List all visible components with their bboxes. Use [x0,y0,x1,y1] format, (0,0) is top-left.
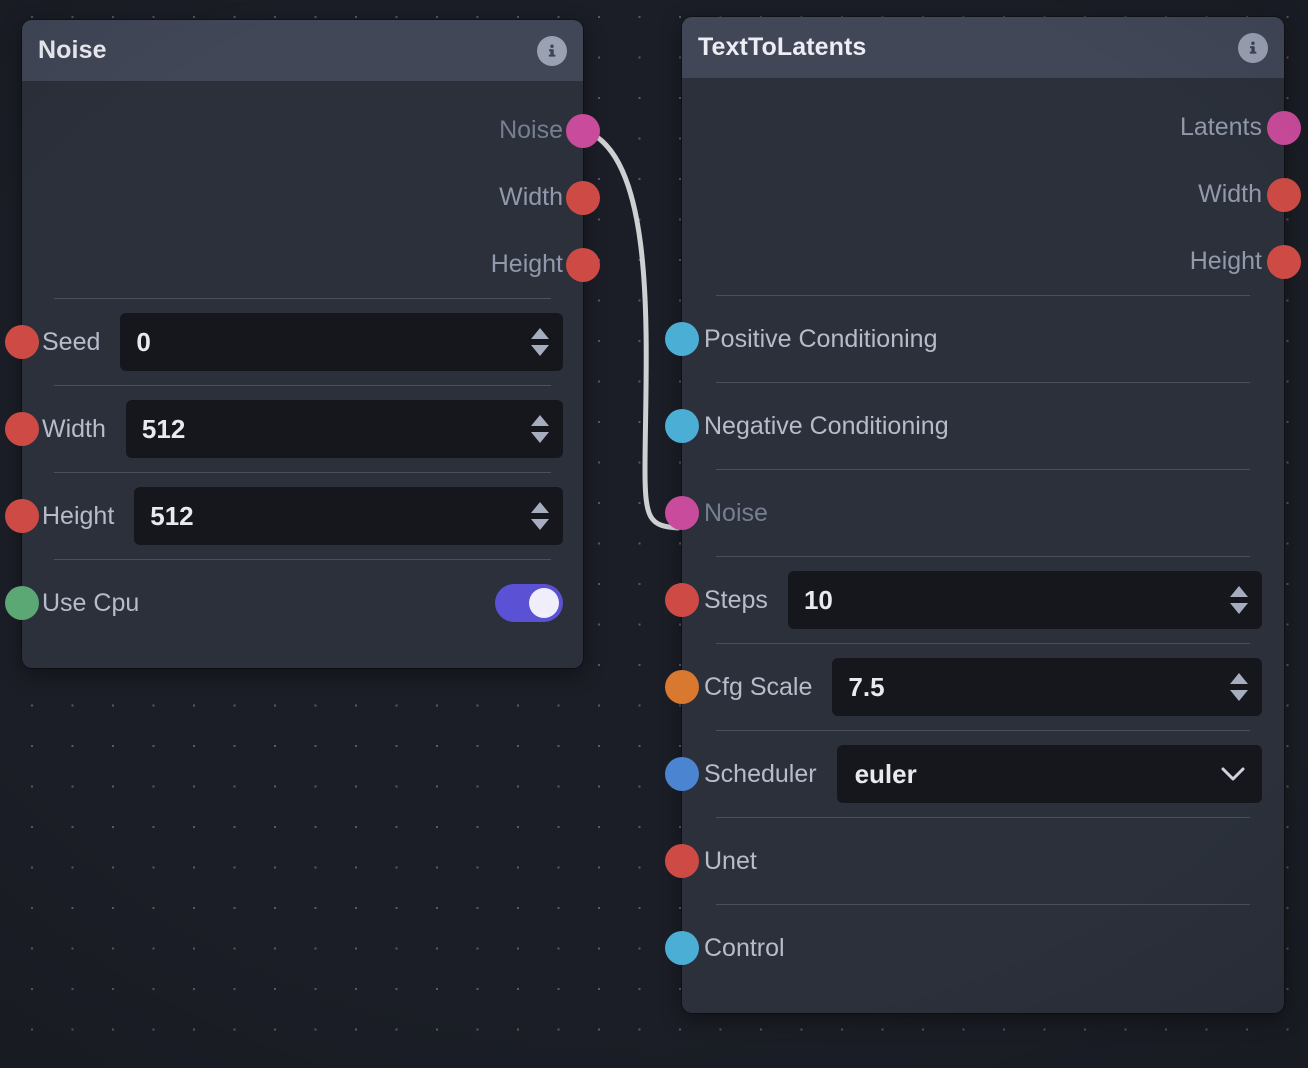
output-label-height: Height [1189,247,1262,275]
output-row-width[interactable]: Width [22,164,600,231]
input-row-steps[interactable]: Steps 10 [665,557,1284,643]
input-row-cfg-scale[interactable]: Cfg Scale 7.5 [665,644,1284,730]
input-handle-scheduler[interactable] [665,757,699,791]
output-label-noise: Noise [499,116,563,144]
input-handle-use-cpu[interactable] [5,586,39,620]
chevron-down-icon [1230,603,1248,614]
seed-value: 0 [136,326,151,357]
node-texttolatents[interactable]: TextToLatents Latents Width Height Posit… [665,17,1301,1013]
info-icon[interactable] [537,35,567,66]
node-noise-inputs: Seed 0 Width 512 Height 512 Use Cpu [5,299,583,646]
chevron-up-icon [531,415,549,426]
seed-number-input[interactable]: 0 [120,313,563,371]
cfg-scale-number-input[interactable]: 7.5 [832,658,1262,716]
output-row-height[interactable]: Height [682,228,1301,295]
input-row-height[interactable]: Height 512 [5,473,583,559]
output-handle-height[interactable] [566,247,600,282]
input-label-negative-conditioning: Negative Conditioning [704,411,949,440]
node-noise-title: Noise [38,36,107,64]
input-row-positive-conditioning[interactable]: Positive Conditioning [665,296,1284,382]
output-label-latents: Latents [1179,113,1262,141]
output-row-latents[interactable]: Latents [682,94,1301,161]
chevron-down-icon [1230,690,1248,701]
node-texttolatents-title: TextToLatents [698,33,867,61]
input-label-unet: Unet [704,846,757,875]
input-handle-steps[interactable] [665,583,699,617]
chevron-up-icon [531,328,549,339]
input-row-noise[interactable]: Noise [665,470,1284,556]
output-label-height: Height [490,250,563,278]
input-label-seed: Seed [42,327,101,356]
output-row-height[interactable]: Height [22,231,600,298]
output-handle-latents[interactable] [1267,110,1301,145]
input-label-scheduler: Scheduler [704,759,817,788]
input-handle-width[interactable] [5,412,39,446]
node-noise-header[interactable]: Noise [22,20,583,81]
input-row-control[interactable]: Control [665,905,1284,991]
input-label-width: Width [42,414,106,443]
seed-stepper[interactable] [531,328,549,356]
input-handle-height[interactable] [5,499,39,533]
input-row-seed[interactable]: Seed 0 [5,299,583,385]
steps-value: 10 [803,584,833,615]
node-noise-outputs: Noise Width Height [22,81,600,298]
chevron-down-icon [531,345,549,356]
node-texttolatents-body: Latents Width Height Positive Conditioni… [665,78,1301,1013]
chevron-down-icon [531,432,549,443]
input-handle-unet[interactable] [665,844,699,878]
scheduler-select[interactable]: euler [836,745,1262,803]
steps-number-input[interactable]: 10 [787,571,1262,629]
steps-stepper[interactable] [1230,586,1248,614]
input-handle-cfg-scale[interactable] [665,670,699,704]
input-label-steps: Steps [704,585,768,614]
input-handle-noise[interactable] [665,496,699,530]
node-texttolatents-inputs: Positive Conditioning Negative Condition… [665,296,1284,991]
use-cpu-toggle[interactable] [495,584,563,622]
output-handle-noise[interactable] [566,113,600,148]
input-row-negative-conditioning[interactable]: Negative Conditioning [665,383,1284,469]
output-row-noise[interactable]: Noise [22,97,600,164]
input-label-positive-conditioning: Positive Conditioning [704,324,938,353]
toggle-knob [529,588,559,618]
output-handle-width[interactable] [566,180,600,215]
width-stepper[interactable] [531,415,549,443]
chevron-up-icon [531,502,549,513]
height-value: 512 [150,500,194,531]
chevron-down-icon [531,519,549,530]
node-texttolatents-header[interactable]: TextToLatents [682,17,1284,78]
input-row-scheduler[interactable]: Scheduler euler [665,731,1284,817]
chevron-up-icon [1230,673,1248,684]
output-row-width[interactable]: Width [682,161,1301,228]
input-label-use-cpu: Use Cpu [42,588,140,617]
cfg-scale-stepper[interactable] [1230,673,1248,701]
info-icon[interactable] [1238,32,1268,63]
cfg-scale-value: 7.5 [848,671,885,702]
input-handle-seed[interactable] [5,325,39,359]
input-label-control: Control [704,933,785,962]
node-noise-body: Noise Width Height Seed 0 Width 512 Heig… [5,81,600,668]
node-noise[interactable]: Noise Noise Width Height Seed 0 Width 51… [5,20,600,668]
width-number-input[interactable]: 512 [125,400,563,458]
scheduler-value: euler [854,758,917,789]
input-label-noise: Noise [704,498,768,527]
width-value: 512 [141,413,186,444]
height-stepper[interactable] [531,502,549,530]
input-handle-control[interactable] [665,931,699,965]
chevron-up-icon [1230,586,1248,597]
input-handle-positive-conditioning[interactable] [665,322,699,356]
output-label-width: Width [1198,180,1262,208]
node-texttolatents-outputs: Latents Width Height [682,78,1301,295]
input-row-unet[interactable]: Unet [665,818,1284,904]
chevron-down-icon [1221,767,1245,781]
input-label-height: Height [42,501,115,530]
output-label-width: Width [499,183,563,211]
input-row-use-cpu[interactable]: Use Cpu [5,560,583,646]
output-handle-height[interactable] [1267,244,1301,279]
input-handle-negative-conditioning[interactable] [665,409,699,443]
height-number-input[interactable]: 512 [134,487,563,545]
input-label-cfg-scale: Cfg Scale [704,672,813,701]
input-row-width[interactable]: Width 512 [5,386,583,472]
output-handle-width[interactable] [1267,177,1301,212]
